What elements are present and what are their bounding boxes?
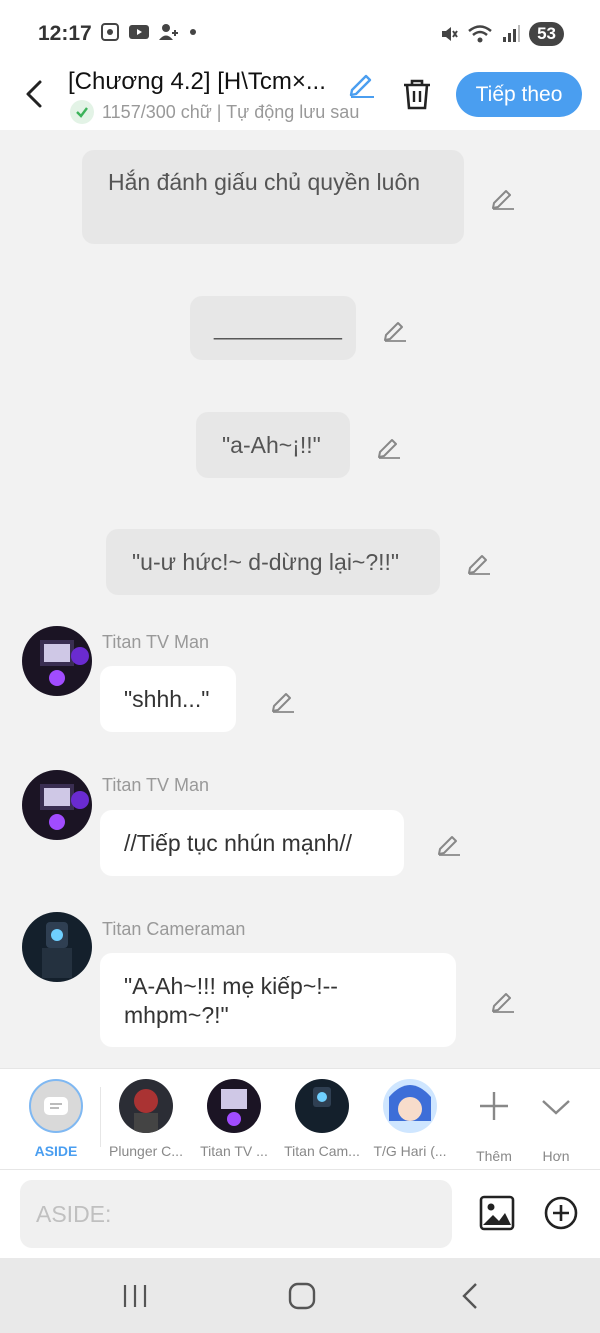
message-text: "u-ư hức!~ d-dừng lại~?!!" [132,549,400,575]
character-label: T/G Hari (... [373,1143,447,1159]
avatar-titan-tv-man[interactable] [22,626,92,696]
speaker-name: Titan TV Man [102,632,210,652]
message-input[interactable] [20,1180,452,1248]
edit-pencil-icon[interactable] [382,316,408,342]
plus-icon [480,1092,508,1120]
edit-pencil-icon[interactable] [436,830,462,856]
youtube-icon [129,25,149,39]
status-bar: 12:17 53 [0,0,600,62]
edit-pencil-icon[interactable] [490,987,516,1013]
add-circle-icon[interactable] [542,1194,580,1232]
edit-pencil-icon[interactable] [376,433,402,459]
screenshot-icon [101,23,119,41]
avatar [383,1079,437,1133]
message-text: "shhh..." [124,686,210,712]
character-label: Plunger C... [109,1143,183,1159]
image-icon[interactable] [478,1194,516,1232]
home-icon[interactable] [286,1280,318,1312]
word-count-status: 1157/300 chữ | Tự động lưu sau [70,100,376,124]
character-bar: ASIDE Plunger C... Titan TV ... Titan Ca… [0,1068,600,1170]
message-bubble[interactable]: Hắn đánh giấu chủ quyền luôn [82,150,464,244]
recent-apps-icon[interactable] [120,1282,150,1310]
wifi-icon [468,25,492,43]
character-aside[interactable]: ASIDE [14,1079,98,1159]
character-label: Titan TV ... [200,1143,268,1159]
trash-icon[interactable] [400,76,434,112]
avatar [295,1079,349,1133]
nav-back-icon[interactable] [456,1280,486,1312]
check-icon [70,100,94,124]
message-bubble[interactable]: //Tiếp tục nhún mạnh// [100,810,404,876]
message-text: __________ [214,314,342,340]
message-bubble[interactable]: __________ [190,296,356,360]
signal-icon [503,25,521,42]
character-titan-tv[interactable]: Titan TV ... [192,1079,276,1159]
character-label: ASIDE [34,1143,78,1159]
message-text: "a-Ah~¡!!" [222,432,321,458]
subtitle-text: 1157/300 chữ | Tự động lưu sau [102,101,360,122]
edit-pencil-icon[interactable] [490,184,516,210]
speaker-name: Titan TV Man [102,775,210,795]
message-bubble[interactable]: "A-Ah~!!! mẹ kiếp~!--mhpm~?!" [100,953,456,1047]
next-button[interactable]: Tiếp theo [456,72,582,117]
chevron-down-icon [542,1100,570,1115]
divider [100,1087,101,1147]
input-bar [0,1170,600,1258]
message-text: //Tiếp tục nhún mạnh// [124,830,353,856]
speaker-name: Titan Cameraman [102,919,246,939]
message-text: Hắn đánh giấu chủ quyền luôn [108,169,421,195]
character-label: Titan Cam... [284,1143,360,1159]
dot-icon [190,29,196,35]
avatar-titan-tv-man[interactable] [22,770,92,840]
aside-icon [29,1079,83,1133]
edit-pencil-icon[interactable] [466,549,492,575]
system-nav-bar [0,1258,600,1333]
battery-badge: 53 [529,22,564,46]
chapter-title[interactable]: [Chương 4.2] [H\Tcm×... [68,68,338,96]
edit-pencil-icon[interactable] [270,687,296,713]
more-button[interactable]: Hơn [514,1079,598,1164]
avatar [119,1079,173,1133]
message-text: "A-Ah~!!! mẹ kiếp~!--mhpm~?!" [124,973,338,1028]
status-time: 12:17 [38,22,92,45]
message-bubble[interactable]: "shhh..." [100,666,236,732]
edit-title-icon[interactable] [346,68,376,98]
mute-icon [442,27,458,41]
character-tg-hari[interactable]: T/G Hari (... [368,1079,452,1159]
back-arrow-icon[interactable] [20,76,50,112]
add-person-icon [159,24,178,40]
message-bubble[interactable]: "u-ư hức!~ d-dừng lại~?!!" [106,529,440,595]
avatar-titan-cameraman[interactable] [22,912,92,982]
character-titan-cam[interactable]: Titan Cam... [280,1079,364,1159]
chapter-header: [Chương 4.2] [H\Tcm×... 1157/300 chữ | T… [0,62,600,130]
message-bubble[interactable]: "a-Ah~¡!!" [196,412,350,478]
more-label: Hơn [542,1148,570,1164]
character-plunger[interactable]: Plunger C... [104,1079,188,1159]
avatar [207,1079,261,1133]
